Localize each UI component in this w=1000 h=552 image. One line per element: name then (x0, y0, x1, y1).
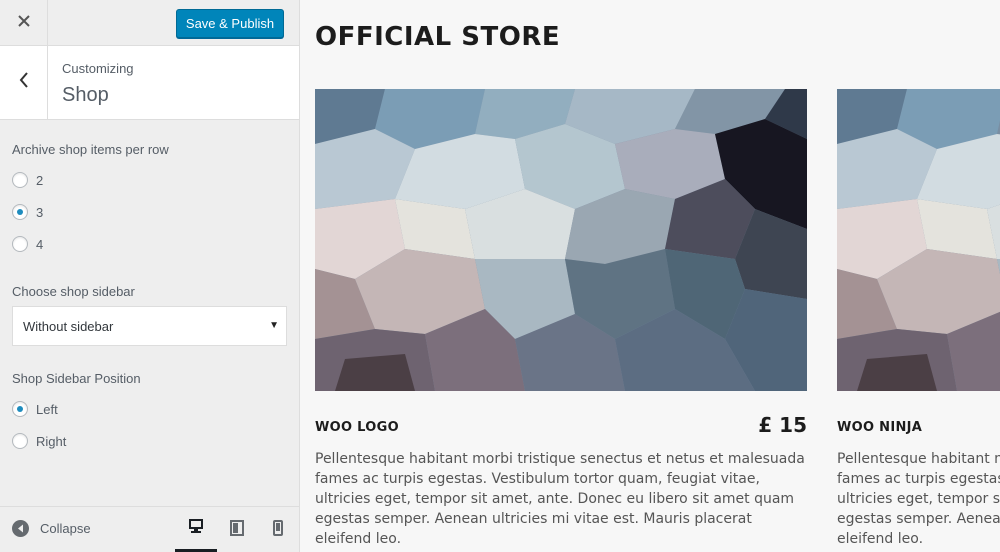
radio-button-checked[interactable] (12, 204, 28, 220)
customizer-sidebar: Save & Publish Customizing Shop Archive … (0, 0, 300, 552)
items-per-row-option-4[interactable]: 4 (12, 236, 43, 252)
shop-sidebar-select[interactable]: Without sidebar ▼ (12, 306, 287, 346)
desktop-icon (188, 518, 204, 539)
radio-label: 2 (36, 172, 44, 188)
collapse-button[interactable]: Collapse (12, 520, 91, 537)
customizer-footer: Collapse (0, 506, 299, 552)
store-title: OFFICIAL STORE (315, 22, 561, 52)
customizer-header: Save & Publish (0, 0, 299, 46)
section-header: Customizing Shop (0, 46, 299, 120)
section-title: Shop (62, 84, 109, 106)
items-per-row-option-2[interactable]: 2 (12, 172, 43, 188)
preview-tablet-button[interactable] (216, 507, 258, 552)
radio-label: 3 (36, 204, 44, 220)
product-description: Pellentesque habitant morbi tristique se… (315, 451, 805, 547)
chevron-left-icon (19, 72, 29, 93)
radio-button[interactable] (12, 433, 28, 449)
preview-desktop-button[interactable] (175, 507, 217, 552)
caret-down-icon: ▼ (269, 320, 279, 331)
radio-button[interactable] (12, 172, 28, 188)
collapse-label: Collapse (40, 521, 91, 536)
product-title[interactable]: WOO NINJA (837, 420, 922, 435)
site-preview: OFFICIAL STORE WOO LOGO £ 15 Pellentesqu… (300, 0, 1000, 552)
product-title[interactable]: WOO LOGO (315, 420, 399, 435)
radio-label: Right (36, 433, 67, 449)
sidebar-position-title: Shop Sidebar Position (12, 371, 141, 386)
radio-label: 4 (36, 236, 44, 252)
items-per-row-option-3[interactable]: 3 (12, 204, 43, 220)
sidebar-position-option-left[interactable]: Left (12, 401, 58, 417)
product-image[interactable] (837, 89, 1000, 391)
tablet-icon (230, 519, 244, 541)
items-per-row-title: Archive shop items per row (12, 142, 169, 157)
radio-button-checked[interactable] (12, 401, 28, 417)
arrow-left-icon (12, 520, 29, 537)
shop-controls: Archive shop items per row 2 3 4 Choose … (0, 121, 299, 506)
product-card: WOO NINJA Pellentesque habitant morbi tr… (837, 89, 1000, 547)
save-publish-button[interactable]: Save & Publish (176, 9, 284, 38)
preview-mobile-button[interactable] (257, 507, 299, 552)
product-description: Pellentesque habitant morbi tristique se… (837, 451, 1000, 547)
product-card: WOO LOGO £ 15 Pellentesque habitant morb… (315, 89, 807, 547)
shop-sidebar-title: Choose shop sidebar (12, 284, 135, 299)
close-icon (17, 14, 30, 32)
mobile-icon (273, 519, 283, 541)
close-button[interactable] (0, 0, 48, 45)
radio-button[interactable] (12, 236, 28, 252)
sidebar-position-option-right[interactable]: Right (12, 433, 66, 449)
product-image[interactable] (315, 89, 807, 391)
select-value: Without sidebar (23, 318, 114, 334)
product-price: £ 15 (758, 413, 807, 437)
back-button[interactable] (0, 46, 48, 119)
breadcrumb: Customizing (62, 61, 134, 76)
radio-label: Left (36, 401, 58, 417)
